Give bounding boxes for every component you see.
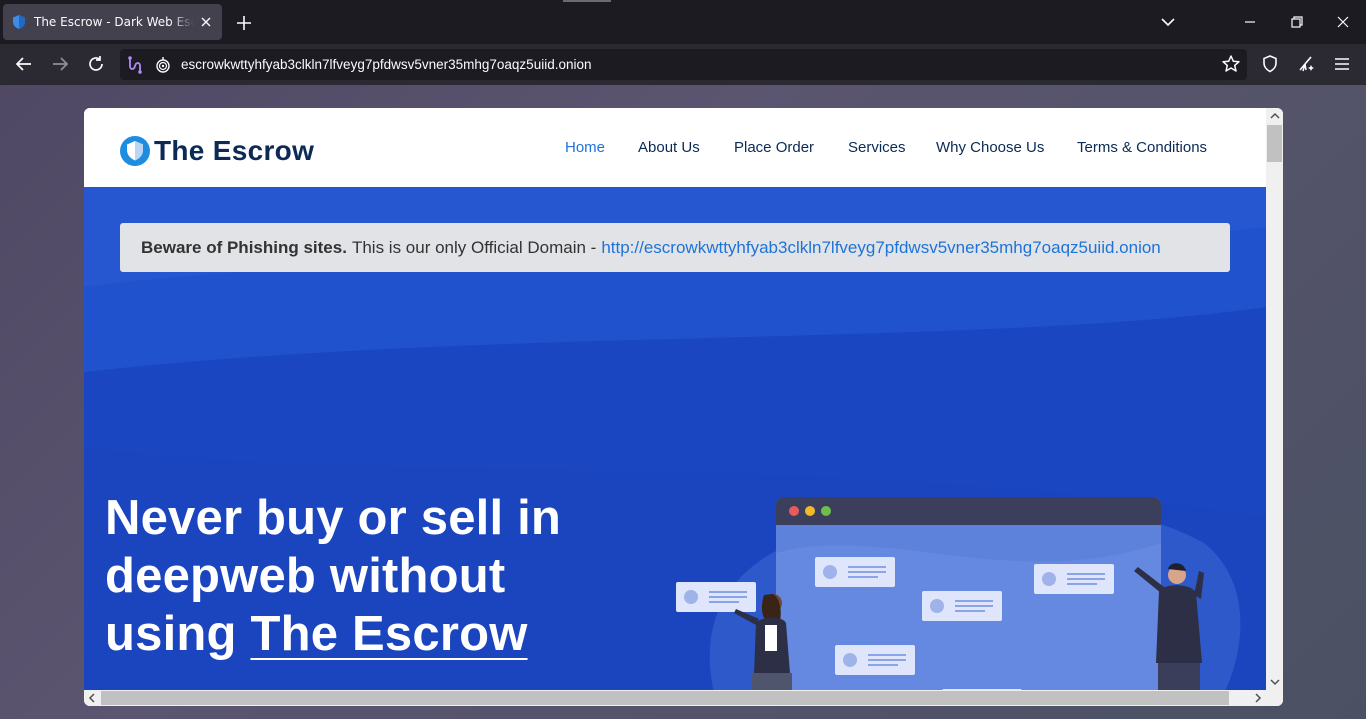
hamburger-menu-icon[interactable]: [1331, 53, 1353, 75]
tab-title: The Escrow - Dark Web Escrow Service: [34, 15, 194, 29]
headline-line-2: deepweb without: [105, 549, 506, 603]
forward-arrow-icon[interactable]: [49, 53, 71, 75]
horizontal-scrollbar-thumb[interactable]: [101, 691, 1229, 705]
nav-services[interactable]: Services: [848, 139, 906, 156]
hero-section: Beware of Phishing sites. This is our on…: [84, 187, 1266, 690]
minimize-window-icon[interactable]: [1240, 12, 1260, 32]
browser-tab[interactable]: The Escrow - Dark Web Escrow Service: [3, 4, 222, 40]
site-header: The Escrow Home About Us Place Order Ser…: [84, 108, 1266, 187]
site-brand-name: The Escrow: [154, 135, 315, 166]
scroll-left-arrow-icon[interactable]: [84, 690, 100, 706]
nav-why-choose-us[interactable]: Why Choose Us: [936, 139, 1044, 156]
nav-about-us[interactable]: About Us: [638, 139, 700, 156]
shield-favicon-icon: [13, 15, 25, 29]
new-identity-broom-icon[interactable]: [1295, 53, 1317, 75]
warning-title: Beware of Phishing sites.: [141, 237, 347, 257]
back-arrow-icon[interactable]: [13, 53, 35, 75]
official-domain-link[interactable]: http://escrowkwttyhfyab3clkln7lfveyg7pfd…: [601, 238, 1160, 258]
scroll-down-arrow-icon[interactable]: [1267, 674, 1283, 690]
vertical-scrollbar-thumb[interactable]: [1267, 125, 1282, 162]
hero-illustration: [676, 497, 1241, 690]
restore-window-icon[interactable]: [1287, 12, 1307, 32]
nav-terms-conditions[interactable]: Terms & Conditions: [1077, 139, 1207, 156]
url-text[interactable]: escrowkwttyhfyab3clkln7lfveyg7pfdwsv5vne…: [181, 57, 591, 72]
new-tab-plus-icon[interactable]: [233, 12, 255, 34]
close-window-icon[interactable]: [1333, 12, 1353, 32]
bookmark-star-icon[interactable]: [1220, 53, 1242, 75]
hero-headline: Never buy or sell in deepweb without usi…: [105, 489, 625, 663]
list-all-tabs-chevron-icon[interactable]: [1158, 12, 1178, 32]
headline-line-1: Never buy or sell in: [105, 491, 562, 545]
shield-logo-icon: [120, 136, 150, 166]
nav-home[interactable]: Home: [565, 139, 605, 156]
nav-place-order[interactable]: Place Order: [734, 139, 814, 156]
onion-site-icon[interactable]: [152, 54, 174, 76]
close-tab-icon[interactable]: [198, 14, 214, 30]
scroll-right-arrow-icon[interactable]: [1250, 690, 1266, 706]
reload-icon[interactable]: [85, 53, 107, 75]
warning-text: This is our only Official Domain -: [351, 237, 597, 257]
headline-line-3-prefix: using: [105, 607, 237, 661]
tab-drag-indicator: [563, 0, 611, 2]
security-shield-icon[interactable]: [1259, 53, 1281, 75]
phishing-warning-banner: Beware of Phishing sites. This is our on…: [120, 223, 1230, 272]
vertical-scrollbar[interactable]: [1266, 108, 1283, 690]
tor-circuit-icon[interactable]: [124, 54, 146, 76]
site-logo[interactable]: The Escrow: [119, 135, 314, 167]
page-viewport: The Escrow Home About Us Place Order Ser…: [84, 108, 1283, 706]
headline-brand-underlined: The Escrow: [250, 607, 528, 661]
scroll-up-arrow-icon[interactable]: [1267, 108, 1283, 124]
